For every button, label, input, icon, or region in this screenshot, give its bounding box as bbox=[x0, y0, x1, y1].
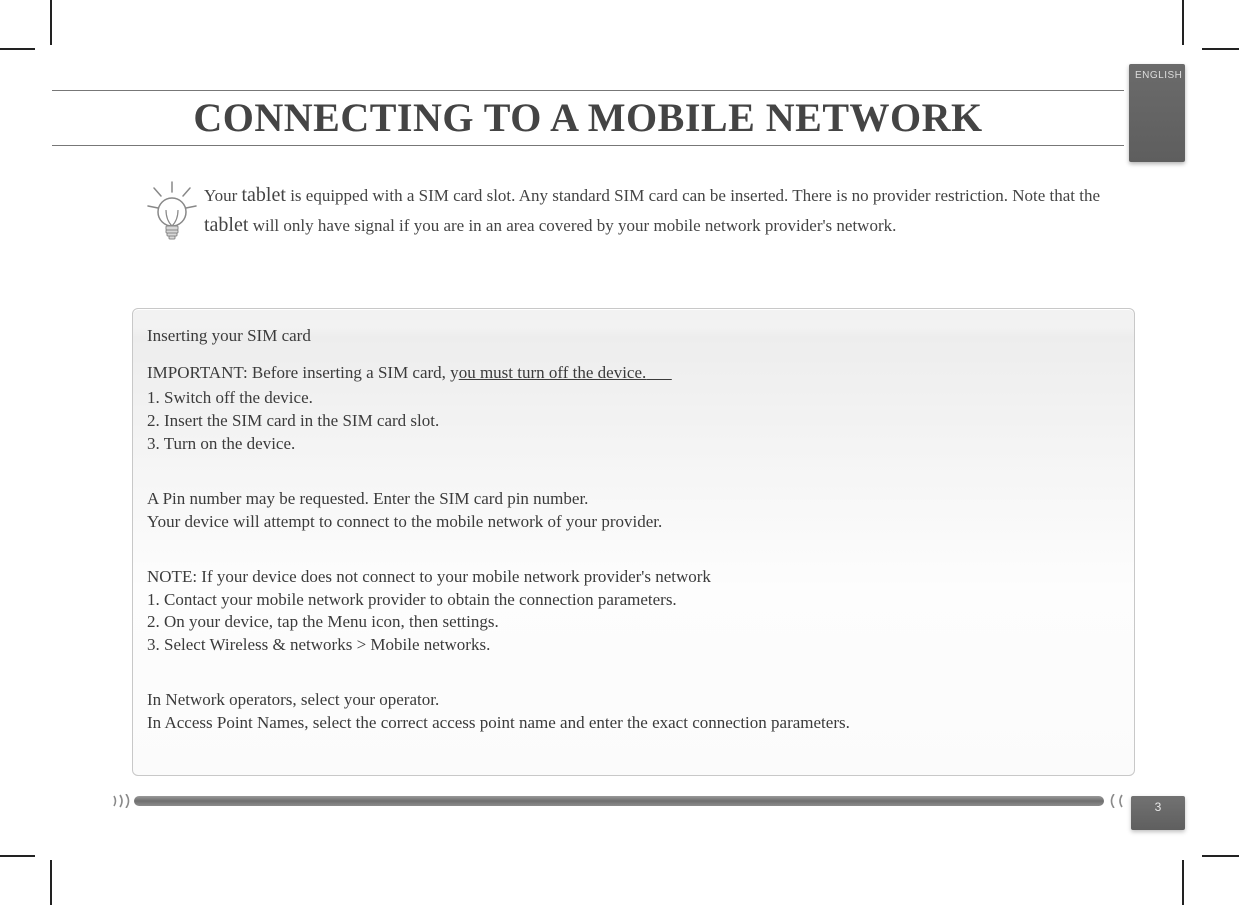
lightbulb-icon bbox=[142, 180, 202, 240]
underline-padding bbox=[646, 363, 672, 382]
page-number: 3 bbox=[1155, 800, 1162, 814]
step-item: 1. Switch off the device. bbox=[147, 387, 1116, 410]
footer-decoration-bar bbox=[112, 794, 1132, 808]
step-item: 1. Contact your mobile network provider … bbox=[147, 589, 1116, 612]
intro-text-part: Your bbox=[204, 186, 242, 205]
instructions-panel: Inserting your SIM card IMPORTANT: Befor… bbox=[132, 308, 1135, 776]
intro-text-part: is equipped with a SIM card slot. Any st… bbox=[286, 186, 1100, 205]
final-block: In Network operators, select your operat… bbox=[147, 689, 1116, 735]
step-item: 3. Select Wireless & networks > Mobile n… bbox=[147, 634, 1116, 657]
note-block: NOTE: If your device does not connect to… bbox=[147, 566, 1116, 658]
crop-mark bbox=[0, 855, 35, 857]
step-item: 3. Turn on the device. bbox=[147, 433, 1116, 456]
pin-block: A Pin number may be requested. Enter the… bbox=[147, 488, 1116, 534]
crop-mark bbox=[1202, 48, 1239, 50]
final-line: In Access Point Names, select the correc… bbox=[147, 712, 1116, 735]
note-title: NOTE: If your device does not connect to… bbox=[147, 566, 1116, 589]
final-line: In Network operators, select your operat… bbox=[147, 689, 1116, 712]
step-item: 2. Insert the SIM card in the SIM card s… bbox=[147, 410, 1116, 433]
intro-tablet-word: tablet bbox=[204, 214, 248, 236]
crop-mark bbox=[50, 0, 52, 45]
step-item: 2. On your device, tap the Menu icon, th… bbox=[147, 611, 1116, 634]
important-prefix: IMPORTANT: Before inserting a SIM card, … bbox=[147, 363, 459, 382]
title-rule-bottom bbox=[52, 145, 1124, 146]
important-underlined: ou must turn off the device. bbox=[459, 363, 647, 382]
intro-text: Your tablet is equipped with a SIM card … bbox=[204, 180, 1102, 240]
crop-mark bbox=[1202, 855, 1239, 857]
page-number-tab: 3 bbox=[1131, 796, 1185, 830]
crop-mark bbox=[0, 48, 35, 50]
language-tab-label: ENGLISH bbox=[1129, 64, 1185, 81]
panel-section-title: Inserting your SIM card bbox=[147, 325, 1116, 348]
crop-mark bbox=[1182, 860, 1184, 905]
important-block: IMPORTANT: Before inserting a SIM card, … bbox=[147, 362, 1116, 456]
page: CONNECTING TO A MOBILE NETWORK ENGLISH bbox=[52, 50, 1182, 855]
title-rule-top bbox=[52, 90, 1124, 91]
language-tab: ENGLISH bbox=[1129, 64, 1185, 162]
intro-tablet-word: tablet bbox=[242, 184, 286, 206]
intro-block: Your tablet is equipped with a SIM card … bbox=[142, 180, 1102, 240]
pin-line: A Pin number may be requested. Enter the… bbox=[147, 488, 1116, 511]
pin-line: Your device will attempt to connect to t… bbox=[147, 511, 1116, 534]
crop-mark bbox=[50, 860, 52, 905]
intro-text-part: will only have signal if you are in an a… bbox=[248, 216, 896, 235]
crop-mark bbox=[1182, 0, 1184, 45]
important-line: IMPORTANT: Before inserting a SIM card, … bbox=[147, 362, 1116, 385]
page-title: CONNECTING TO A MOBILE NETWORK bbox=[52, 94, 1124, 141]
